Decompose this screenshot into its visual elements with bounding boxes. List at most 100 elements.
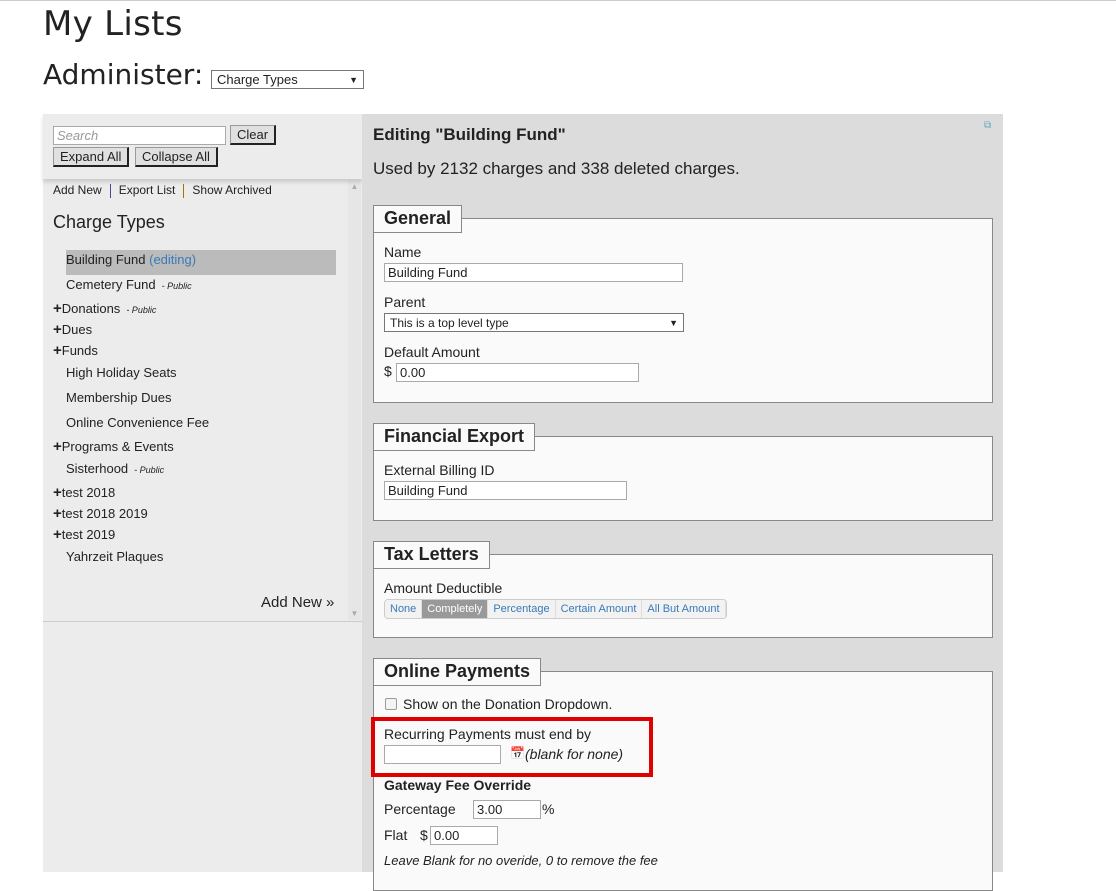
tax-letters-legend: Tax Letters (373, 541, 490, 569)
calendar-icon[interactable]: 📅 (510, 746, 525, 760)
list-item[interactable]: +Dues (53, 321, 92, 338)
item-label: Cemetery Fund (66, 277, 156, 292)
parent-select[interactable]: This is a top level type ▼ (384, 313, 684, 332)
item-label: Building Fund (66, 252, 146, 267)
list-item[interactable]: +Donations - Public (53, 300, 156, 317)
deductible-option[interactable]: None (385, 600, 423, 618)
recurring-end-date-input[interactable] (384, 745, 501, 764)
chevron-down-icon: ▼ (669, 317, 678, 328)
item-label: test 2018 2019 (61, 506, 148, 521)
plus-icon[interactable]: + (53, 321, 62, 338)
recurring-label: Recurring Payments must end by (384, 726, 591, 742)
list-item[interactable]: +test 2018 2019 (53, 505, 148, 522)
sidebar: ▲ ▼ Search Clear Expand All Collapse All … (43, 114, 362, 872)
flat-input[interactable]: 0.00 (430, 826, 498, 845)
external-billing-id-input[interactable]: Building Fund (384, 481, 627, 500)
list-item[interactable]: High Holiday Seats (66, 365, 177, 380)
administer-value: Charge Types (217, 72, 298, 87)
scrollbar[interactable]: ▲ ▼ (348, 180, 361, 620)
item-label: Yahrzeit Plaques (66, 549, 164, 564)
deductible-option[interactable]: Percentage (488, 600, 556, 618)
plus-icon[interactable]: + (53, 438, 62, 455)
flat-label: Flat (384, 827, 408, 843)
donation-dropdown-checkbox[interactable] (385, 698, 397, 710)
percentage-label: Percentage (384, 801, 456, 817)
scroll-down-icon[interactable]: ▼ (348, 609, 361, 618)
item-label: High Holiday Seats (66, 365, 177, 380)
list-item[interactable]: +Funds (53, 342, 98, 359)
editing-note: (editing) (149, 252, 197, 267)
list-item[interactable]: +test 2018 (53, 484, 115, 501)
deductible-option[interactable]: All But Amount (642, 600, 726, 618)
search-input[interactable]: Search (53, 126, 226, 145)
item-label: Donations (61, 301, 121, 316)
online-payments-fieldset: Show on the Donation Dropdown. Recurring… (371, 671, 993, 891)
default-amount-label: Default Amount (384, 344, 480, 360)
parent-value: This is a top level type (390, 315, 509, 330)
export-list-link[interactable]: Export List (111, 183, 184, 198)
usage-text: Used by 2132 charges and 338 deleted cha… (373, 159, 740, 178)
add-new-link-bottom[interactable]: Add New » (261, 594, 334, 611)
item-label: Membership Dues (66, 390, 172, 405)
percent-sign: % (542, 801, 555, 817)
item-label: Online Convenience Fee (66, 415, 210, 430)
public-badge: - Public (161, 281, 192, 291)
item-label: Sisterhood (66, 461, 129, 476)
item-label: Funds (61, 343, 98, 358)
plus-icon[interactable]: + (53, 300, 62, 317)
fee-note: Leave Blank for no overide, 0 to remove … (384, 853, 658, 868)
deductible-option[interactable]: Completely (422, 600, 489, 618)
flat-currency: $ (420, 827, 428, 843)
list-item[interactable]: Cemetery Fund - Public (66, 277, 192, 292)
donation-dropdown-label: Show on the Donation Dropdown. (403, 696, 613, 712)
default-amount-input[interactable]: 0.00 (396, 363, 639, 382)
editor-title: Editing "Building Fund" (373, 125, 566, 144)
recurring-hint: (blank for none) (525, 746, 624, 762)
item-label: Programs & Events (61, 439, 174, 454)
public-badge: - Public (134, 465, 165, 475)
deductible-option[interactable]: Certain Amount (555, 600, 643, 618)
public-badge: - Public (126, 305, 157, 315)
percentage-input[interactable]: 3.00 (473, 800, 541, 819)
list-item[interactable]: Sisterhood - Public (66, 461, 164, 476)
list-item[interactable]: Building Fund (editing) (66, 252, 196, 267)
list-item[interactable]: Membership Dues (66, 390, 172, 405)
list-item[interactable]: +test 2019 (53, 526, 115, 543)
plus-icon[interactable]: + (53, 526, 62, 543)
amount-deductible-label: Amount Deductible (384, 580, 503, 596)
name-input[interactable]: Building Fund (384, 263, 683, 282)
sidebar-toolbar: Search Clear Expand All Collapse All (43, 114, 362, 179)
currency-symbol: $ (384, 363, 392, 379)
plus-icon[interactable]: + (53, 342, 62, 359)
scroll-up-icon[interactable]: ▲ (348, 182, 361, 191)
name-label: Name (384, 244, 422, 260)
parent-label: Parent (384, 294, 426, 310)
item-label: Dues (61, 322, 93, 337)
general-legend: General (373, 205, 463, 233)
popout-icon[interactable]: ⧉ (984, 120, 991, 131)
financial-export-legend: Financial Export (373, 423, 536, 451)
external-billing-id-label: External Billing ID (384, 462, 495, 478)
expand-all-button[interactable]: Expand All (53, 147, 130, 167)
collapse-all-button[interactable]: Collapse All (135, 147, 218, 167)
administer-label: Administer: (43, 58, 204, 91)
list-heading: Charge Types (53, 212, 165, 232)
plus-icon[interactable]: + (53, 505, 62, 522)
amount-deductible-toggle: None Completely Percentage Certain Amount Al… (384, 599, 727, 619)
add-new-link[interactable]: Add New (45, 183, 110, 198)
plus-icon[interactable]: + (53, 484, 62, 501)
show-archived-link[interactable]: Show Archived (184, 183, 279, 198)
item-label: test 2019 (61, 527, 116, 542)
online-payments-legend: Online Payments (373, 658, 542, 686)
chevron-down-icon: ▼ (349, 74, 358, 85)
list-item[interactable]: Online Convenience Fee (66, 415, 209, 430)
list-item[interactable]: +Programs & Events (53, 438, 174, 455)
top-divider (0, 0, 1116, 1)
sidebar-links: Add New Export List Show Archived (45, 183, 280, 198)
divider (43, 621, 362, 622)
page-title: My Lists (43, 4, 183, 44)
list-item[interactable]: Yahrzeit Plaques (66, 549, 163, 564)
clear-button[interactable]: Clear (230, 125, 277, 145)
general-fieldset: Name Building Fund Parent This is a top … (373, 218, 993, 403)
administer-select[interactable]: Charge Types ▼ (211, 70, 364, 89)
